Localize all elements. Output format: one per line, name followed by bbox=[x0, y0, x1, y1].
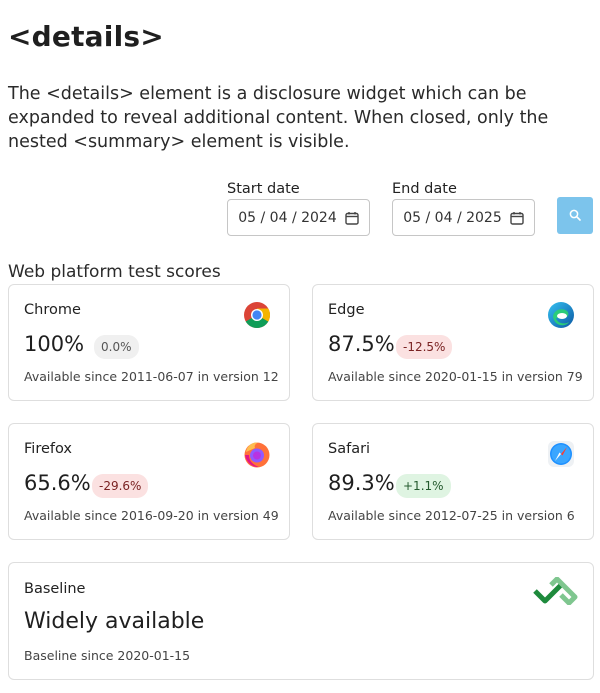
start-date-value: 05 / 04 / 2024 bbox=[238, 209, 337, 226]
browser-availability: Available since 2011-06-07 in version 12 bbox=[24, 369, 279, 384]
page-description: The <details> element is a disclosure wi… bbox=[8, 84, 549, 152]
browser-name: Edge bbox=[328, 302, 365, 318]
browser-name: Firefox bbox=[24, 441, 72, 457]
start-date-input[interactable]: 05 / 04 / 2024 bbox=[227, 199, 370, 236]
baseline-status: Widely available bbox=[24, 609, 205, 634]
safari-icon bbox=[547, 440, 575, 468]
search-icon bbox=[569, 206, 581, 225]
calendar-icon[interactable] bbox=[345, 211, 359, 225]
end-date-value: 05 / 04 / 2025 bbox=[403, 209, 502, 226]
browser-card-chrome: Chrome 100% 0.0% Available since 2011-06… bbox=[8, 284, 290, 401]
start-date-group: Start date 05 / 04 / 2024 bbox=[227, 181, 370, 236]
chrome-icon bbox=[243, 301, 271, 329]
browser-card-edge: Edge 87.5% -12.5% Available since 2020-0… bbox=[312, 284, 594, 401]
firefox-icon bbox=[243, 440, 271, 468]
baseline-card: Baseline Widely available Baseline since… bbox=[8, 562, 594, 680]
browser-name: Safari bbox=[328, 441, 371, 457]
start-date-label: Start date bbox=[227, 181, 300, 197]
browser-name: Chrome bbox=[24, 302, 81, 318]
browser-score: 100% bbox=[24, 332, 85, 356]
browser-availability: Available since 2012-07-25 in version 6 bbox=[328, 508, 575, 523]
browser-availability: Available since 2020-01-15 in version 79 bbox=[328, 369, 583, 384]
browser-availability: Available since 2016-09-20 in version 49 bbox=[24, 508, 279, 523]
baseline-title: Baseline bbox=[24, 581, 86, 597]
browser-card-firefox: Firefox 65.6% -29.6% Available since 201… bbox=[8, 423, 290, 540]
score-delta-badge: +1.1% bbox=[396, 474, 451, 498]
end-date-group: End date 05 / 04 / 2025 bbox=[392, 181, 535, 236]
score-delta-badge: -12.5% bbox=[396, 335, 453, 359]
edge-icon bbox=[547, 301, 575, 329]
end-date-input[interactable]: 05 / 04 / 2025 bbox=[392, 199, 535, 236]
browser-score: 89.3% bbox=[328, 471, 395, 495]
calendar-icon[interactable] bbox=[510, 211, 524, 225]
browser-score: 65.6% bbox=[24, 471, 91, 495]
browser-card-safari: Safari 89.3% +1.1% Available since 2012-… bbox=[312, 423, 594, 540]
scores-heading: Web platform test scores bbox=[8, 262, 221, 282]
end-date-label: End date bbox=[392, 181, 457, 197]
page-title: <details> bbox=[8, 20, 164, 53]
browser-score: 87.5% bbox=[328, 332, 395, 356]
search-button[interactable] bbox=[557, 197, 593, 234]
score-delta-badge: -29.6% bbox=[92, 474, 149, 498]
baseline-check-icon bbox=[533, 576, 579, 609]
baseline-since: Baseline since 2020-01-15 bbox=[24, 648, 191, 663]
score-delta-badge: 0.0% bbox=[94, 335, 139, 359]
